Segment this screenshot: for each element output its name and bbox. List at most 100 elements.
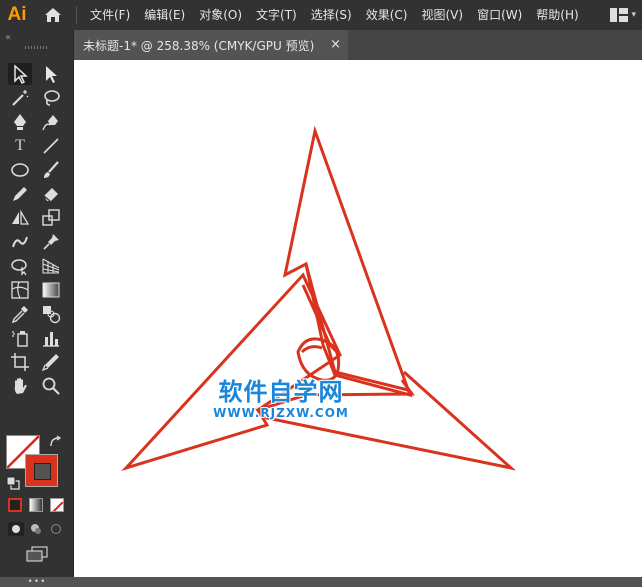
draw-normal-button[interactable] <box>8 522 24 536</box>
menu-edit[interactable]: 编辑(E) <box>137 0 192 30</box>
collapse-panel-icon[interactable]: « <box>5 33 11 43</box>
workspace-switcher[interactable]: ▾ <box>610 0 642 30</box>
none-mode-button[interactable] <box>50 498 64 512</box>
menu-view[interactable]: 视图(V) <box>414 0 470 30</box>
scale-icon <box>42 209 60 226</box>
stroke-swatch-hole <box>34 463 51 480</box>
puppet-warp-tool[interactable] <box>39 231 63 253</box>
chevron-down-icon: ▾ <box>631 10 636 20</box>
draw-normal-icon <box>12 525 20 533</box>
eyedropper-tool[interactable] <box>8 303 32 325</box>
shape-builder-tool[interactable] <box>8 255 32 277</box>
pen-icon <box>14 114 26 130</box>
draw-inside-icon <box>50 523 62 535</box>
document-tab[interactable]: 未标题-1* @ 258.38% (CMYK/GPU 预览) × <box>74 30 348 60</box>
none-slash-icon <box>52 501 63 511</box>
artboard-tool[interactable] <box>8 351 32 373</box>
pin-icon <box>43 234 59 250</box>
close-icon[interactable]: × <box>330 37 341 53</box>
draw-behind-icon <box>31 524 41 534</box>
perspective-grid-icon <box>42 258 60 274</box>
menu-bar: Ai 文件(F) 编辑(E) 对象(O) 文字(T) 选择(S) 效果(C) 视… <box>0 0 642 30</box>
home-icon <box>45 8 61 22</box>
curvature-tool[interactable] <box>39 111 63 133</box>
eyedropper-icon <box>11 306 28 324</box>
selection-tool[interactable] <box>8 63 32 85</box>
perspective-grid-tool[interactable] <box>39 255 63 277</box>
gradient-icon <box>42 282 60 298</box>
lasso-icon <box>44 90 60 106</box>
ellipse-tool[interactable] <box>8 159 32 181</box>
lasso-tool[interactable] <box>39 87 63 109</box>
reflect-tool[interactable] <box>8 207 32 229</box>
artboard-icon <box>11 353 29 371</box>
default-colors-icon <box>6 476 20 490</box>
scale-tool[interactable] <box>39 207 63 229</box>
magic-wand-tool[interactable] <box>8 87 32 109</box>
mesh-tool[interactable] <box>8 279 32 301</box>
column-graph-icon <box>43 332 59 347</box>
eraser-tool[interactable] <box>39 183 63 205</box>
line-segment-icon <box>43 138 59 154</box>
draw-inside-button[interactable] <box>48 522 64 536</box>
menu-help[interactable]: 帮助(H) <box>529 0 585 30</box>
knife-icon <box>41 354 59 372</box>
zoom-tool[interactable] <box>39 375 63 397</box>
artboard-canvas[interactable]: 软件自学网 WWW.RJZXW.COM <box>74 60 642 577</box>
zoom-magnifier-icon <box>42 377 60 395</box>
direct-selection-arrow-icon <box>46 66 57 83</box>
menu-window[interactable]: 窗口(W) <box>470 0 529 30</box>
default-fill-stroke-button[interactable] <box>6 475 20 490</box>
panel-grip[interactable] <box>25 46 47 49</box>
shaper-tool[interactable] <box>8 183 32 205</box>
ellipse-icon <box>11 163 29 177</box>
direct-selection-tool[interactable] <box>39 63 63 85</box>
menu-separator <box>76 6 77 24</box>
tools-panel: « T ••• <box>0 30 73 587</box>
artwork <box>121 125 517 472</box>
menu-select[interactable]: 选择(S) <box>304 0 359 30</box>
menu-effect[interactable]: 效果(C) <box>359 0 415 30</box>
magic-wand-icon <box>12 90 29 106</box>
draw-behind-button[interactable] <box>28 522 44 536</box>
spike-top-outline <box>282 125 413 398</box>
warp-icon <box>12 236 28 248</box>
swap-fill-stroke-button[interactable] <box>48 434 62 448</box>
symbol-sprayer-tool[interactable] <box>8 327 32 349</box>
document-tab-bar: 未标题-1* @ 258.38% (CMYK/GPU 预览) × <box>74 30 642 60</box>
app-logo: Ai <box>7 4 27 25</box>
reflect-icon <box>12 209 30 225</box>
menu-type[interactable]: 文字(T) <box>249 0 304 30</box>
type-icon: T <box>15 137 25 154</box>
gradient-tool[interactable] <box>39 279 63 301</box>
line-segment-tool[interactable] <box>39 135 63 157</box>
warp-tool[interactable] <box>8 231 32 253</box>
document-tab-title: 未标题-1* @ 258.38% (CMYK/GPU 预览) <box>83 38 315 53</box>
menu-file[interactable]: 文件(F) <box>83 0 137 30</box>
blend-icon <box>43 306 61 324</box>
pencil-icon <box>13 187 27 201</box>
curvature-pen-icon <box>42 115 58 131</box>
screen-mode-button[interactable] <box>25 545 49 563</box>
shape-builder-icon <box>11 259 27 276</box>
paintbrush-tool[interactable] <box>39 159 63 181</box>
screen-mode-icon <box>26 546 48 562</box>
hand-icon <box>14 377 27 394</box>
column-graph-tool[interactable] <box>39 327 63 349</box>
slice-tool[interactable] <box>39 351 63 373</box>
paintbrush-icon <box>44 161 59 178</box>
edit-toolbar-more-button[interactable]: ••• <box>26 577 48 587</box>
gradient-mode-button[interactable] <box>29 498 43 512</box>
stroke-swatch[interactable] <box>25 454 58 487</box>
symbol-sprayer-icon <box>12 331 28 347</box>
pen-tool[interactable] <box>8 111 32 133</box>
eraser-icon <box>43 188 58 202</box>
type-tool[interactable]: T <box>8 135 32 157</box>
hand-tool[interactable] <box>8 375 32 397</box>
color-mode-button[interactable] <box>8 498 22 512</box>
menu-object[interactable]: 对象(O) <box>192 0 249 30</box>
workspace-layout-icon <box>610 8 629 22</box>
blend-tool[interactable] <box>39 303 63 325</box>
swap-arrow-icon <box>50 435 62 447</box>
home-button[interactable] <box>34 0 72 30</box>
